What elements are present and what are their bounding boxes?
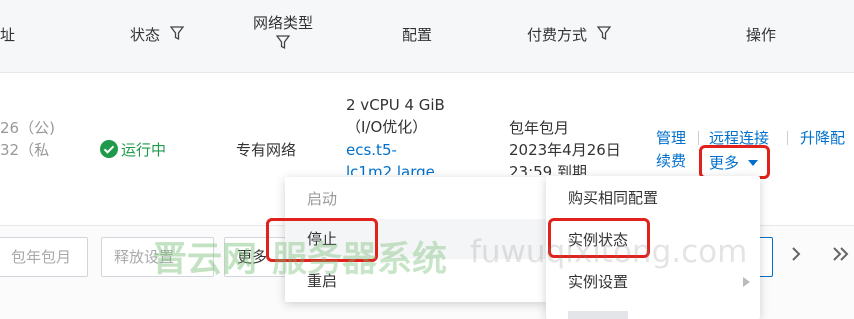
config-spec: 2 vCPU 4 GiB (346, 96, 445, 114)
menu-item-partial (568, 311, 628, 319)
ip-private: 32（私 (0, 141, 50, 159)
resize-link[interactable]: 升降配 (800, 127, 845, 149)
col-actions-header: 操作 (746, 26, 777, 44)
filter-icon[interactable] (250, 35, 316, 54)
config-io: （I/O优化） (346, 118, 428, 136)
col-billing-label: 付费方式 (527, 26, 588, 44)
more-dropdown-menu: 购买相同配置 实例状态 实例设置 (546, 176, 760, 319)
caret-down-icon (747, 150, 758, 172)
menu-item-start: 启动 (307, 190, 338, 208)
menu-item-restart[interactable]: 重启 (285, 261, 547, 301)
chevron-right-icon (743, 262, 750, 302)
billing-expire: 23:59 到期 (509, 163, 587, 175)
menu-item-stop[interactable]: 停止 (285, 219, 547, 259)
col-config-header: 配置 (402, 26, 433, 44)
last-page-icon[interactable] (832, 246, 850, 268)
instance-settings-label: 实例设置 (568, 273, 629, 291)
divider (787, 131, 788, 145)
renew-link[interactable]: 续费 (656, 150, 686, 172)
billing-date: 2023年4月26日 (509, 141, 621, 159)
more-label: 更多 (709, 154, 740, 172)
table-header: 址 状态 网络类型 配置 付费方式 操作 (0, 0, 854, 73)
menu-item-instance-settings[interactable]: 实例设置 (546, 262, 760, 302)
col-billing-header: 付费方式 (527, 24, 612, 45)
divider (698, 131, 699, 145)
filter-icon[interactable] (169, 26, 185, 45)
filter-icon[interactable] (596, 26, 612, 45)
col-address-header: 址 (0, 26, 16, 44)
more-dropdown[interactable]: 更多 (709, 150, 758, 174)
ip-public: 26（公) (0, 119, 55, 137)
network-type: 专有网络 (236, 141, 297, 159)
check-circle-icon (100, 140, 118, 164)
menu-item-instance-status[interactable]: 实例状态 (546, 220, 760, 260)
status-text: 运行中 (121, 141, 167, 159)
billing-batch-button[interactable]: 包年包月 (0, 237, 88, 277)
col-network-label: 网络类型 (252, 14, 313, 32)
release-settings-button[interactable]: 释放设置 (101, 237, 214, 277)
billing-type: 包年包月 (509, 119, 570, 137)
next-page-icon[interactable] (791, 246, 801, 268)
col-network-header: 网络类型 (250, 12, 316, 54)
menu-item-buy-same-config[interactable]: 购买相同配置 (546, 178, 760, 218)
status-badge: 运行中 (100, 139, 166, 164)
more-batch-button[interactable]: 更多 (224, 237, 286, 277)
instance-type-link-cont[interactable]: lc1m2.large (346, 161, 435, 175)
manage-link[interactable]: 管理 (656, 127, 686, 149)
col-status-header: 状态 (130, 24, 185, 45)
instance-type-link[interactable]: ecs.t5- (346, 139, 397, 161)
instance-status-submenu: 启动 停止 重启 (285, 177, 547, 302)
col-status-label: 状态 (130, 26, 161, 44)
remote-connect-link[interactable]: 远程连接 (709, 127, 769, 149)
